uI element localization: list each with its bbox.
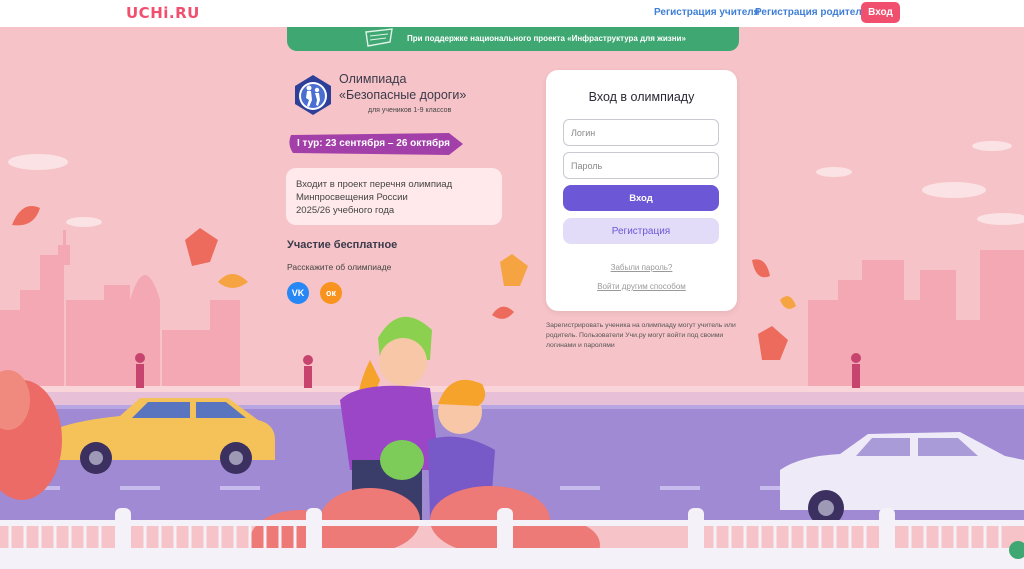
odnoklassniki-share-icon[interactable]: ок: [320, 282, 342, 304]
header-login-button[interactable]: Вход: [861, 2, 900, 23]
login-card-title: Вход в олимпиаду: [588, 90, 695, 104]
road-sign-icon: [295, 75, 331, 115]
olympiad-title: Олимпиада «Безопасные дороги»: [339, 71, 519, 103]
round-dates: I тур: 23 сентября – 26 октября: [297, 138, 450, 149]
password-input[interactable]: [563, 152, 719, 179]
info-line-1: Входит в проект перечня олимпиад: [296, 179, 453, 190]
ministry-list-card: Входит в проект перечня олимпиад Минпрос…: [286, 168, 502, 225]
olympiad-title-line1: Олимпиада: [339, 72, 407, 86]
register-button[interactable]: Регистрация: [563, 218, 719, 244]
olympiad-title-line2: «Безопасные дороги»: [339, 88, 467, 102]
forgot-password-link[interactable]: Забыли пароль?: [546, 263, 737, 272]
other-login-link[interactable]: Войти другим способом: [546, 282, 737, 291]
top-navigation-bar: UCHi.RU Регистрация учителя Регистрация …: [0, 0, 1024, 27]
vk-share-icon[interactable]: VK: [287, 282, 309, 304]
teacher-registration-link[interactable]: Регистрация учителя: [654, 7, 760, 18]
olympiad-login-card: Вход в олимпиаду Вход Регистрация Забыли…: [546, 70, 737, 311]
registration-note: Зарегистрировать ученика на олимпиаду мо…: [546, 322, 736, 349]
share-prompt: Расскажите об олимпиаде: [287, 262, 392, 272]
free-participation-heading: Участие бесплатное: [287, 239, 398, 251]
olympiad-grades: для учеников 1-9 классов: [368, 107, 452, 114]
info-line-3: 2025/26 учебного года: [296, 205, 395, 216]
banner-text: При поддержке национального проекта «Инф…: [407, 34, 686, 43]
uchi-logo[interactable]: UCHi.RU: [126, 4, 200, 22]
info-line-2: Минпросвещения России: [296, 192, 408, 203]
ministry-list-text: Входит в проект перечня олимпиад Минпрос…: [296, 178, 452, 217]
login-input[interactable]: [563, 119, 719, 146]
enter-button[interactable]: Вход: [563, 185, 719, 211]
project-flag-icon: [365, 28, 393, 47]
national-project-banner: При поддержке национального проекта «Инф…: [287, 27, 739, 51]
parent-registration-link[interactable]: Регистрация родителя: [755, 7, 868, 18]
